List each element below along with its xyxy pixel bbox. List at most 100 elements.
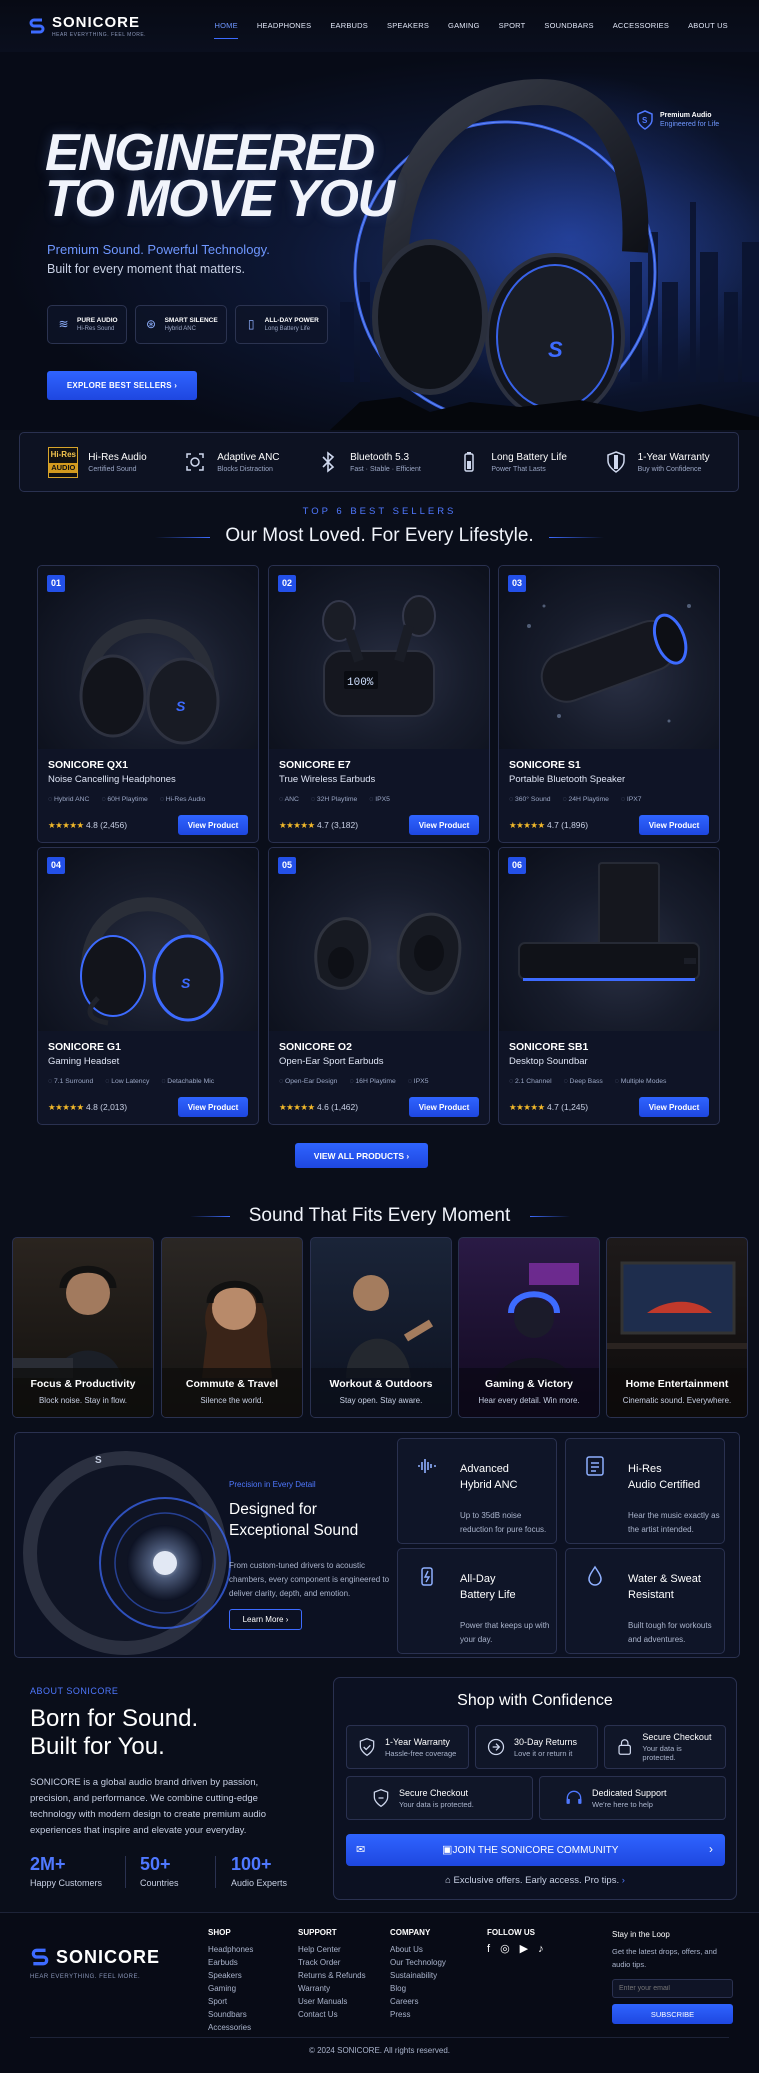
footer-link[interactable]: Press (390, 2008, 446, 2021)
view-product-button[interactable]: View Product (178, 815, 248, 835)
stat-divider (215, 1856, 216, 1888)
product-rank: 01 (47, 575, 65, 592)
footer-link[interactable]: Sport (208, 1995, 253, 2008)
facebook-icon[interactable]: f (487, 1943, 490, 1956)
footer-col-heading: SHOP (208, 1928, 231, 1937)
footer-link[interactable]: Gaming (208, 1982, 253, 1995)
product-card[interactable]: S 01 SONICORE QX1 Noise Cancelling Headp… (37, 565, 259, 843)
confidence-item: Dedicated Support We're here to help (539, 1776, 726, 1820)
nav-soundbars[interactable]: SOUNDBARS (535, 0, 603, 52)
product-card[interactable]: 06 SONICORE SB1 Desktop Soundbar 2.1 Cha… (498, 847, 720, 1125)
footer-link[interactable]: Blog (390, 1982, 446, 1995)
footer-link[interactable]: Returns & Refunds (298, 1969, 366, 1982)
product-card[interactable]: 100% 02 SONICORE E7 True Wireless Earbud… (268, 565, 490, 843)
moment-card-gaming[interactable]: Gaming & Victory Hear every detail. Win … (458, 1237, 600, 1418)
subscribe-button[interactable]: SUBSCRIBE (612, 2004, 733, 2024)
join-community-button[interactable]: ✉ ▣ JOIN THE SONICORE COMMUNITY › (346, 1834, 725, 1866)
adaptive-anc-icon (183, 450, 207, 474)
brand-logo[interactable]: SONICORE HEAR EVERYTHING. FEEL MORE. (28, 14, 146, 38)
chip-sub: Hybrid ANC (164, 326, 196, 332)
feature-title: 1-Year Warranty (637, 451, 710, 463)
email-input[interactable] (612, 1979, 733, 1998)
tech-title-line2: Exceptional Sound (229, 1522, 359, 1539)
youtube-icon[interactable]: ▶ (520, 1943, 528, 1956)
hi-res-audio-icon: Hi-Res AUDIO (48, 446, 79, 478)
confidence-item-title: Secure Checkout (399, 1787, 469, 1798)
nav-headphones[interactable]: HEADPHONES (247, 0, 321, 52)
feature-sub: Certified Sound (88, 465, 137, 473)
nav-earbuds[interactable]: EARBUDS (321, 0, 378, 52)
nav-gaming[interactable]: GAMING (439, 0, 490, 52)
nav-speakers[interactable]: SPEAKERS (378, 0, 439, 52)
footer-link[interactable]: Earbuds (208, 1956, 253, 1969)
star-rating-icon: ★★★★★ (509, 1102, 545, 1112)
instagram-icon[interactable]: ◎ (500, 1943, 510, 1956)
footer-link[interactable]: Help Center (298, 1943, 366, 1956)
footer-link[interactable]: Contact Us (298, 2008, 366, 2021)
footer-link[interactable]: Our Technology (390, 1956, 446, 1969)
product-specs: 2.1 Channel Deep Bass Multiple Modes (509, 1078, 667, 1085)
footer-divider (30, 2037, 729, 2038)
chip-title: ALL-DAY POWER (264, 317, 319, 324)
tiktok-icon[interactable]: ♪ (538, 1943, 544, 1956)
star-rating-icon: ★★★★★ (48, 1102, 84, 1112)
learn-more-button[interactable]: Learn More › (229, 1609, 302, 1630)
product-image-soundbar (499, 848, 719, 1031)
main-nav: HOME HEADPHONES EARBUDS SPEAKERS GAMING … (205, 0, 737, 52)
hero-title-line2: TO MOVE YOU (45, 170, 395, 228)
tech-box-title-line1: Hi-Res (628, 1463, 662, 1475)
about-eyebrow: ABOUT SONICORE (30, 1686, 119, 1696)
footer-link[interactable]: User Manuals (298, 1995, 366, 2008)
tech-box-title: Hi-Res Audio Certified (628, 1461, 718, 1493)
nav-home[interactable]: HOME (205, 0, 247, 52)
footer-link[interactable]: Speakers (208, 1969, 253, 1982)
about-text: SONICORE is a global audio brand driven … (30, 1777, 267, 1836)
footer-link[interactable]: Careers (390, 1995, 446, 2008)
footer-link[interactable]: Soundbars (208, 2008, 253, 2021)
product-card[interactable]: 03 SONICORE S1 Portable Bluetooth Speake… (498, 565, 720, 843)
view-product-button[interactable]: View Product (409, 815, 479, 835)
explore-best-sellers-button[interactable]: EXPLORE BEST SELLERS › (47, 371, 197, 400)
product-name: SONICORE SB1 (509, 1041, 589, 1053)
feature-title: Bluetooth 5.3 (350, 451, 410, 463)
footer-link[interactable]: About Us (390, 1943, 446, 1956)
confidence-item-sub: We're here to help (592, 1799, 653, 1809)
footer-link[interactable]: Sustainability (390, 1969, 446, 1982)
moment-sub: Stay open. Stay aware. (339, 1396, 423, 1405)
product-card[interactable]: S 04 SONICORE G1 Gaming Headset 7.1 Surr… (37, 847, 259, 1125)
confidence-item-sub: Your data is protected. (642, 1744, 682, 1762)
footer-link[interactable]: Headphones (208, 1943, 253, 1956)
product-card[interactable]: 05 SONICORE O2 Open-Ear Sport Earbuds Op… (268, 847, 490, 1125)
footer-logo[interactable]: SONICORE (30, 1946, 160, 1968)
moments-title: Sound That Fits Every Moment (248, 1205, 511, 1226)
brand-name: SONICORE (52, 14, 141, 31)
feature-battery: Long Battery Life Power That Lasts (457, 450, 567, 474)
moment-title: Commute & Travel (185, 1378, 279, 1390)
nav-accessories[interactable]: ACCESSORIES (603, 0, 678, 52)
footer-link[interactable]: Track Order (298, 1956, 366, 1969)
footer-link[interactable]: Warranty (298, 1982, 366, 1995)
bluetooth-icon (316, 450, 340, 474)
product-specs: 7.1 Surround Low Latency Detachable Mic (48, 1078, 214, 1085)
moment-card-workout[interactable]: Workout & Outdoors Stay open. Stay aware… (310, 1237, 452, 1418)
view-product-button[interactable]: View Product (178, 1097, 248, 1117)
stat-value: 100+ (231, 1854, 272, 1874)
moment-card-commute[interactable]: Commute & Travel Silence the world. (161, 1237, 303, 1418)
product-desc: Desktop Soundbar (509, 1056, 588, 1067)
logo-s-icon (29, 18, 45, 34)
rating-value: 4.6 (1,462) (316, 1102, 359, 1112)
view-product-button[interactable]: View Product (409, 1097, 479, 1117)
offers-line[interactable]: ⌂ Exclusive offers. Early access. Pro ti… (334, 1875, 736, 1886)
water-drop-icon (588, 1565, 602, 1586)
nav-sport[interactable]: SPORT (489, 0, 535, 52)
view-product-button[interactable]: View Product (639, 815, 709, 835)
nav-about[interactable]: ABOUT US (679, 0, 738, 52)
moment-card-home[interactable]: Home Entertainment Cinematic sound. Ever… (606, 1237, 748, 1418)
spec: 24H Playtime (563, 796, 608, 803)
hero-title: ENGINEERED TO MOVE YOU (45, 127, 395, 228)
view-product-button[interactable]: View Product (639, 1097, 709, 1117)
product-desc: Gaming Headset (48, 1056, 120, 1067)
view-all-products-button[interactable]: VIEW ALL PRODUCTS › (295, 1143, 428, 1168)
moment-card-focus[interactable]: Focus & Productivity Block noise. Stay i… (12, 1237, 154, 1418)
footer-link[interactable]: Accessories (208, 2021, 253, 2034)
